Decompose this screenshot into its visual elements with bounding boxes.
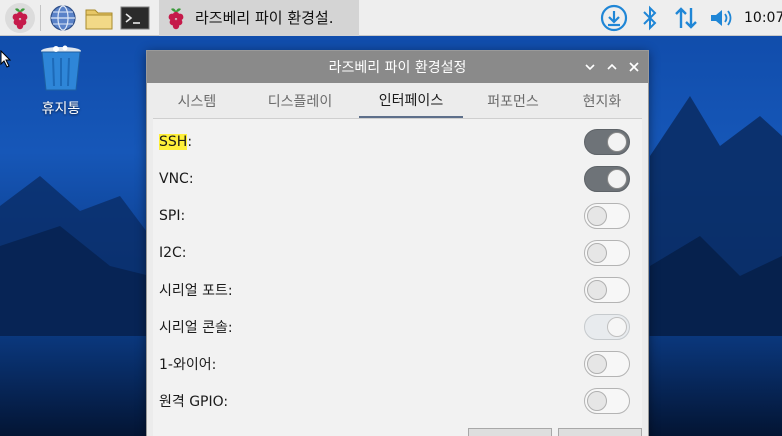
one-wire-toggle[interactable] [584,351,630,377]
minimize-button[interactable] [582,59,598,75]
row-label-i2c: I2C: [159,244,187,261]
toggle-knob [587,243,607,263]
toggle-knob [587,391,607,411]
volume-icon [711,9,732,26]
volume-button[interactable] [704,0,740,36]
toggle-knob [607,317,627,337]
remote-gpio-toggle[interactable] [584,388,630,414]
row-label-remote-gpio: 원격 GPIO: [159,393,229,410]
close-button[interactable] [626,59,642,75]
toggle-knob [607,132,627,152]
serial-console-toggle[interactable] [584,314,630,340]
row-spi: SPI: [153,197,642,234]
vnc-toggle[interactable] [584,166,630,192]
chevron-down-icon [585,64,595,71]
mouse-cursor-icon [0,50,12,68]
row-label-serial-port: 시리얼 포트: [159,282,233,299]
file-manager-icon [85,9,113,29]
row-remote-gpio: 원격 GPIO: [153,382,642,419]
file-manager-button[interactable] [81,0,117,36]
desktop-trash[interactable]: 휴지통 [30,44,92,118]
toggle-knob [587,206,607,226]
network-button[interactable] [668,0,704,36]
toggle-knob [587,354,607,374]
row-vnc: VNC: [153,160,642,197]
row-serial-console: 시리얼 콘솔: [153,308,642,345]
row-label-suffix: : [187,133,193,150]
trash-icon [41,45,81,91]
menu-button[interactable] [0,0,36,36]
tab-performance[interactable]: 퍼포먼스 [463,83,563,118]
row-ssh: SSH: [153,123,642,160]
terminal-button[interactable] [117,0,153,36]
row-label-ssh: SSH: [159,133,193,150]
maximize-button[interactable] [604,59,620,75]
clock[interactable]: 10:07 [744,10,782,26]
row-label-serial-console: 시리얼 콘솔: [159,319,233,336]
bluetooth-button[interactable] [632,0,668,36]
chevron-up-icon [607,63,617,70]
spi-toggle[interactable] [584,203,630,229]
row-i2c: I2C: [153,234,642,271]
row-label-one-wire: 1-와이어: [159,356,217,373]
ssh-toggle[interactable] [584,129,630,155]
tab-localisation[interactable]: 현지화 [563,83,641,118]
row-label-spi: SPI: [159,207,186,224]
web-browser-button[interactable] [45,0,81,36]
taskbar-task-preferences[interactable]: 라즈베리 파이 환경설. [159,0,359,36]
system-tray: 10:07 [596,0,782,36]
serial-port-toggle[interactable] [584,277,630,303]
i2c-toggle[interactable] [584,240,630,266]
ok-button[interactable] [558,428,642,436]
tab-system[interactable]: 시스템 [153,83,241,118]
toggle-knob [587,280,607,300]
window-controls [582,51,642,83]
toggle-knob [607,169,627,189]
highlighted-text: SSH [159,133,188,150]
row-serial-port: 시리얼 포트: [153,271,642,308]
cancel-button[interactable] [468,428,552,436]
update-icon [600,4,628,31]
terminal-icon [120,6,150,29]
raspberry-icon [168,7,184,29]
window-title: 라즈베리 파이 환경설정 [328,60,467,76]
preferences-window: 라즈베리 파이 환경설정 시스템 디스플레이 인터페이스 퍼포먼스 현지화 SS… [146,50,649,436]
interfaces-panel: SSH: VNC: SPI: I2C: 시리얼 포트: 시리얼 콘솔: 1-와이… [153,119,642,436]
window-titlebar[interactable]: 라즈베리 파이 환경설정 [147,51,648,83]
taskbar-separator [40,4,41,31]
row-one-wire: 1-와이어: [153,345,642,382]
network-icon [675,6,697,29]
close-icon [629,62,639,72]
taskbar: 라즈베리 파이 환경설. 10:07 [0,0,782,36]
taskbar-task-label: 라즈베리 파이 환경설. [195,9,334,27]
tab-interfaces[interactable]: 인터페이스 [359,83,463,118]
tab-bar: 시스템 디스플레이 인터페이스 퍼포먼스 현지화 [153,83,642,119]
web-browser-icon [50,4,76,31]
bluetooth-icon [643,5,657,30]
desktop-trash-label: 휴지통 [41,101,81,117]
raspberry-menu-icon [12,7,28,29]
tab-display[interactable]: 디스플레이 [241,83,359,118]
row-label-vnc: VNC: [159,170,194,187]
update-button[interactable] [596,0,632,36]
